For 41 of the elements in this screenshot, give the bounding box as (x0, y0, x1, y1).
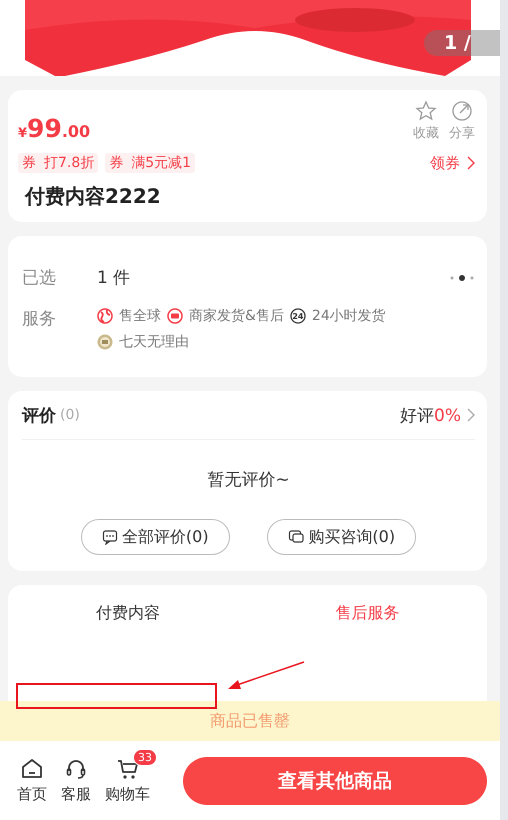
selected-quantity: 1 件 (97, 267, 132, 289)
positive-rate[interactable]: 好评0% (400, 404, 461, 426)
service-label: 售全球 (119, 307, 161, 325)
review-count: (0) (60, 407, 80, 423)
cart-tab[interactable]: 购物车 33 (98, 749, 157, 804)
share-icon (451, 100, 473, 122)
coupon-link[interactable]: 领券 (430, 154, 460, 172)
globe-icon (97, 308, 113, 324)
star-icon (415, 100, 437, 122)
more-icon[interactable] (449, 274, 475, 280)
cart-icon (116, 757, 140, 781)
tab[interactable]: 售后服务 (248, 603, 487, 624)
clock-icon: 24 (290, 308, 306, 324)
service-label: 24小时发货 (312, 307, 386, 325)
service-label: 七天无理由 (119, 333, 189, 351)
chat-icon (288, 529, 304, 545)
service-tab[interactable]: 客服 (54, 749, 98, 804)
chat-icon (102, 529, 118, 545)
cart-count-badge: 33 (133, 749, 157, 766)
tab[interactable]: 付费内容 (8, 603, 248, 624)
medal-icon (97, 334, 113, 350)
headset-icon (64, 757, 88, 781)
service-label: 商家发货&售后 (189, 307, 284, 325)
other-products-button[interactable]: 查看其他商品 (183, 756, 487, 804)
coupon-tag: 券 打7.8折 (18, 153, 98, 173)
section-title: 评价 (22, 404, 56, 426)
price: ¥99.00 (18, 114, 90, 143)
inquiry-button[interactable]: 购买咨询(0) (267, 519, 416, 555)
empty-message: 暂无评价~ (206, 469, 291, 491)
all-reviews-button[interactable]: 全部评价(0) (80, 519, 230, 555)
scrollbar[interactable] (500, 0, 508, 820)
field-label: 已选 (22, 267, 57, 289)
home-icon (20, 757, 44, 781)
product-title: 付费内容2222 (25, 183, 162, 210)
home-tab[interactable]: 首页 (10, 749, 54, 804)
coupon-tag: 券 满5元减1 (105, 153, 196, 173)
field-label: 服务 (22, 308, 57, 331)
sold-out-notice: 商品已售罄 (210, 710, 290, 732)
image-counter: 1 / (424, 30, 500, 56)
chevron-right-icon (467, 408, 475, 422)
chevron-right-icon (467, 156, 475, 170)
